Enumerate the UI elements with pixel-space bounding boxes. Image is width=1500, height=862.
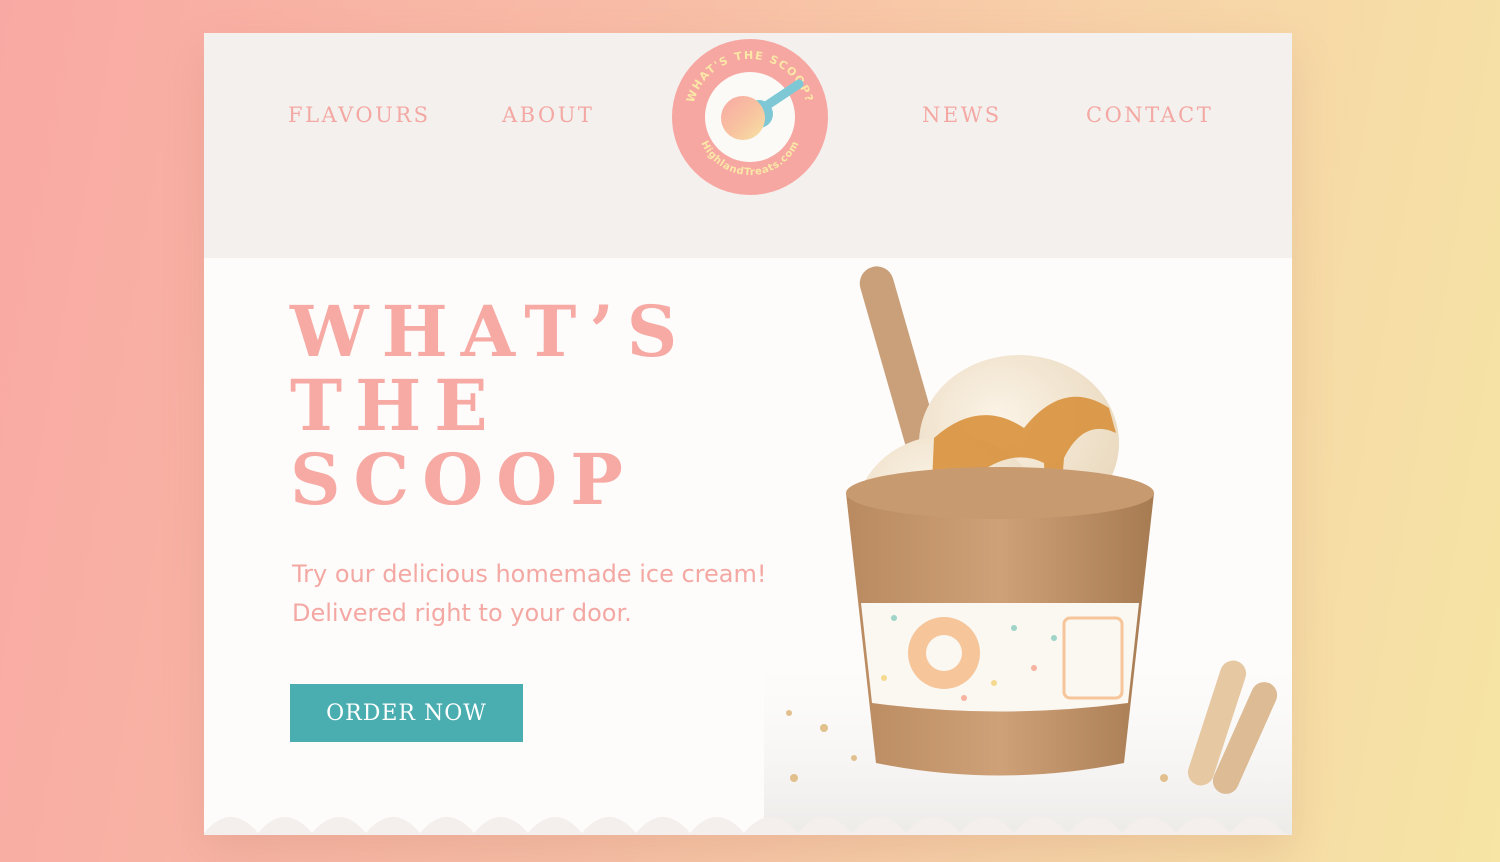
hero-title-line: THE xyxy=(290,364,501,447)
website-mockup: FLAVOURS ABOUT NEWS CONTACT WHAT'S THE S… xyxy=(204,33,1292,835)
footer-scallop-edge xyxy=(204,817,1292,835)
site-logo[interactable]: WHAT'S THE SCOOP? HighlandTreats.com xyxy=(671,38,829,196)
ice-cream-cup-image xyxy=(764,266,1292,835)
tagline-line: Delivered right to your door. xyxy=(292,599,632,627)
hero-title-line: WHAT’S xyxy=(290,290,691,373)
hero-title: WHAT’S THE SCOOP xyxy=(290,295,690,517)
tagline-line: Try our delicious homemade ice cream! xyxy=(292,560,767,588)
order-now-button[interactable]: ORDER NOW xyxy=(290,684,523,742)
nav-news[interactable]: NEWS xyxy=(922,103,1002,127)
hero-tagline: Try our delicious homemade ice cream! De… xyxy=(292,555,766,633)
header-scallop-edge xyxy=(204,223,1292,241)
nav-contact[interactable]: CONTACT xyxy=(1086,103,1213,127)
nav-flavours[interactable]: FLAVOURS xyxy=(288,103,431,127)
nav-about[interactable]: ABOUT xyxy=(502,103,594,127)
hero-title-line: SCOOP xyxy=(290,438,636,521)
site-header: FLAVOURS ABOUT NEWS CONTACT WHAT'S THE S… xyxy=(204,33,1292,258)
